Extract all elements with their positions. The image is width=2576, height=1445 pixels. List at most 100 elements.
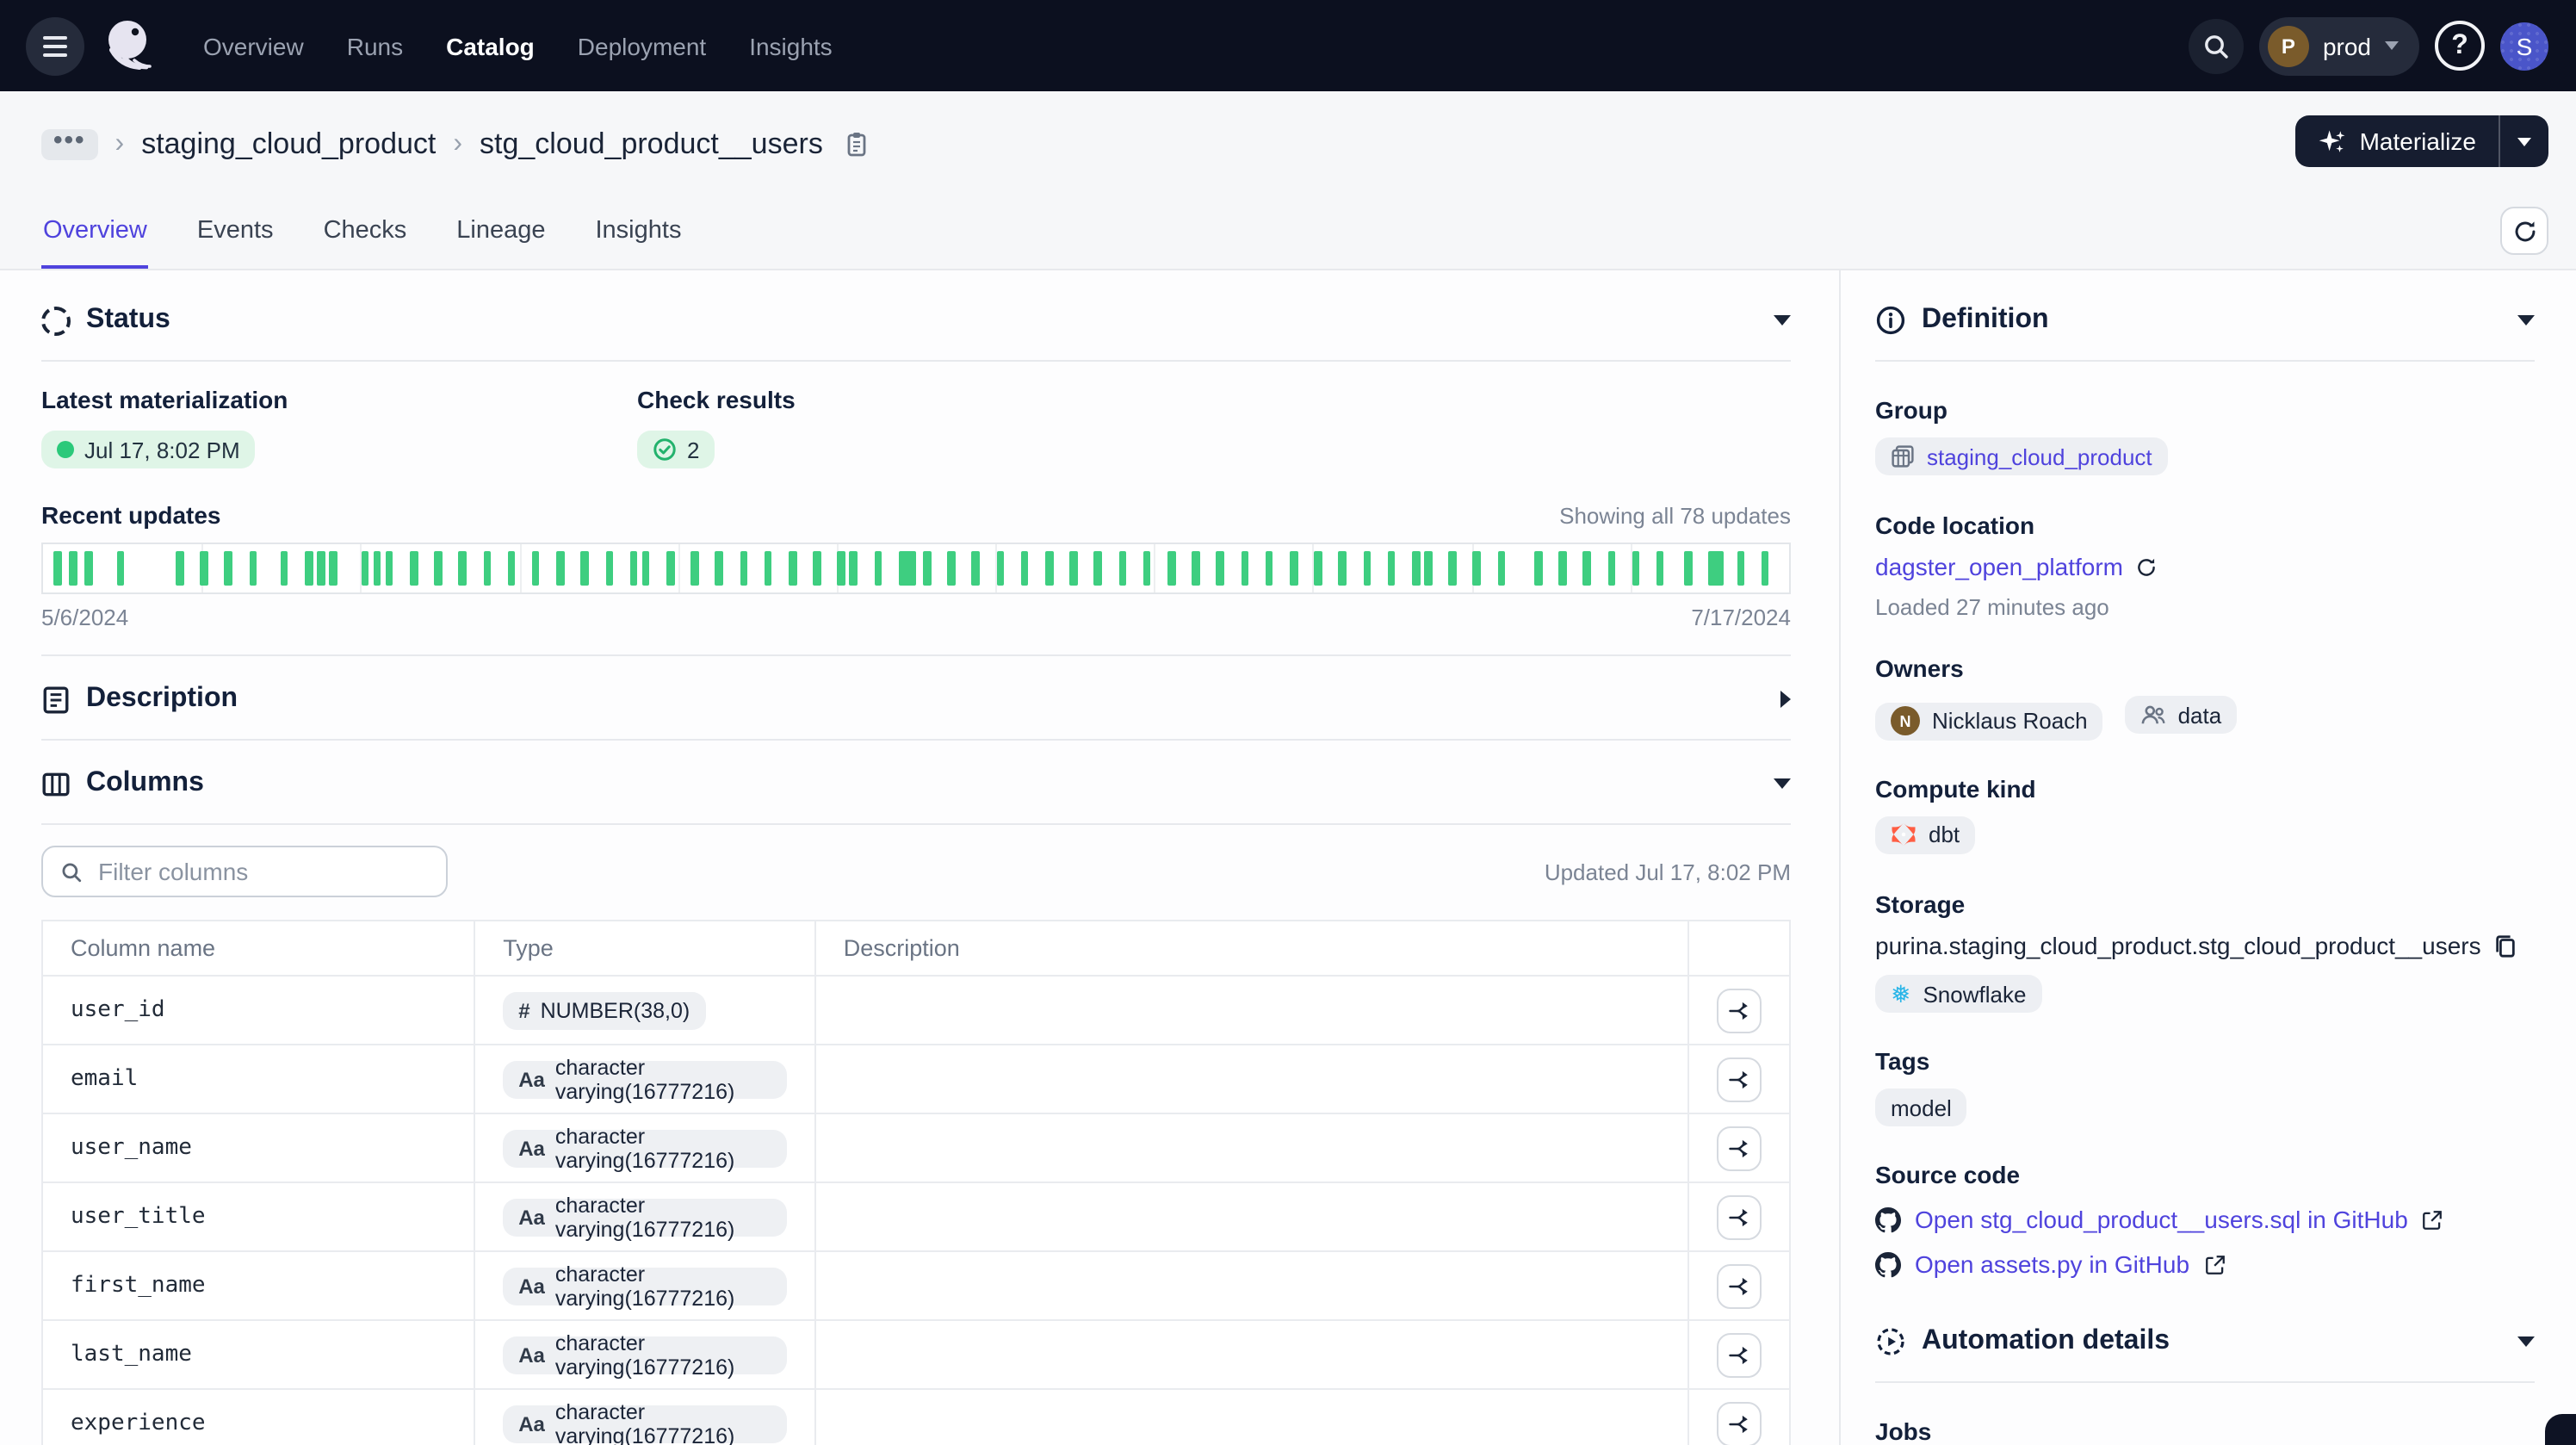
- filter-columns-input[interactable]: [95, 856, 429, 887]
- source-code-link-1[interactable]: Open stg_cloud_product__users.sql in Git…: [1875, 1206, 2535, 1233]
- update-event-bar[interactable]: [813, 551, 820, 586]
- update-event-bar[interactable]: [483, 551, 491, 586]
- update-event-bar[interactable]: [330, 551, 337, 586]
- copy-asset-name-icon[interactable]: [844, 131, 870, 158]
- update-event-bar[interactable]: [434, 551, 442, 586]
- collapse-definition-icon[interactable]: [2517, 315, 2535, 326]
- update-event-bar[interactable]: [459, 551, 467, 586]
- update-event-bar[interactable]: [201, 551, 208, 586]
- update-event-bar[interactable]: [1167, 551, 1175, 586]
- update-event-bar[interactable]: [1143, 551, 1151, 586]
- hamburger-menu-icon[interactable]: [26, 16, 84, 75]
- update-event-bar[interactable]: [1217, 551, 1224, 586]
- update-event-bar[interactable]: [874, 551, 882, 586]
- update-event-bar[interactable]: [629, 551, 637, 586]
- update-event-bar[interactable]: [666, 551, 674, 586]
- update-event-bar[interactable]: [948, 551, 956, 586]
- update-event-bar[interactable]: [838, 551, 845, 586]
- update-event-bar[interactable]: [249, 551, 257, 586]
- update-event-bar[interactable]: [1449, 551, 1457, 586]
- owner-team-chip[interactable]: data: [2125, 696, 2238, 734]
- nav-link-catalog[interactable]: Catalog: [446, 32, 535, 59]
- update-event-bar[interactable]: [1118, 551, 1126, 586]
- update-event-bar[interactable]: [1684, 551, 1692, 586]
- tab-insights[interactable]: Insights: [594, 203, 684, 269]
- update-event-bar[interactable]: [176, 551, 183, 586]
- update-event-bar[interactable]: [1290, 551, 1297, 586]
- view-column-lineage-button[interactable]: [1717, 1332, 1762, 1377]
- update-event-bar[interactable]: [1583, 551, 1591, 586]
- recent-updates-timeline[interactable]: [41, 543, 1791, 594]
- update-event-bar[interactable]: [1632, 551, 1639, 586]
- search-icon[interactable]: [2189, 18, 2244, 73]
- update-event-bar[interactable]: [1241, 551, 1248, 586]
- update-event-bar[interactable]: [1266, 551, 1273, 586]
- update-event-bar[interactable]: [923, 551, 931, 586]
- update-event-bar[interactable]: [740, 551, 747, 586]
- refresh-button[interactable]: [2500, 207, 2548, 255]
- dagster-logo-icon[interactable]: [100, 15, 162, 77]
- update-event-bar[interactable]: [581, 551, 589, 586]
- owner-user-chip[interactable]: N Nicklaus Roach: [1875, 702, 2103, 740]
- nav-link-overview[interactable]: Overview: [203, 32, 304, 59]
- update-event-bar[interactable]: [116, 551, 124, 586]
- update-event-bar[interactable]: [1021, 551, 1029, 586]
- update-event-bar[interactable]: [1534, 551, 1542, 586]
- update-event-bar[interactable]: [1424, 551, 1432, 586]
- nav-link-deployment[interactable]: Deployment: [578, 32, 706, 59]
- update-event-bar[interactable]: [361, 551, 368, 586]
- copy-icon[interactable]: [2493, 933, 2517, 958]
- update-event-bar[interactable]: [1314, 551, 1322, 586]
- expand-description-icon[interactable]: [1780, 691, 1791, 708]
- tab-events[interactable]: Events: [195, 203, 276, 269]
- user-avatar[interactable]: S: [2500, 22, 2548, 70]
- check-results-pill[interactable]: 2: [637, 431, 715, 468]
- update-event-bar[interactable]: [690, 551, 698, 586]
- tag-chip[interactable]: model: [1875, 1088, 1967, 1126]
- collapse-status-icon[interactable]: [1774, 315, 1791, 326]
- update-event-bar[interactable]: [642, 551, 650, 586]
- update-event-bar[interactable]: [385, 551, 393, 586]
- update-event-bar[interactable]: [1339, 551, 1347, 586]
- update-event-bar[interactable]: [281, 551, 288, 586]
- nav-link-insights[interactable]: Insights: [749, 32, 833, 59]
- update-event-bar[interactable]: [1737, 551, 1744, 586]
- tab-overview[interactable]: Overview: [41, 203, 149, 269]
- update-event-bar[interactable]: [899, 551, 916, 586]
- update-event-bar[interactable]: [789, 551, 796, 586]
- update-event-bar[interactable]: [373, 551, 381, 586]
- collapse-columns-icon[interactable]: [1774, 778, 1791, 789]
- deployment-switcher[interactable]: P prod: [2259, 16, 2419, 75]
- breadcrumb-ellipsis-button[interactable]: •••: [41, 129, 98, 160]
- materialize-dropdown-button[interactable]: [2500, 115, 2548, 167]
- view-column-lineage-button[interactable]: [1717, 1401, 1762, 1445]
- latest-materialization-pill[interactable]: Jul 17, 8:02 PM: [41, 431, 256, 468]
- chat-widget-corner[interactable]: [2545, 1414, 2576, 1445]
- update-event-bar[interactable]: [507, 551, 515, 586]
- update-event-bar[interactable]: [1094, 551, 1102, 586]
- update-event-bar[interactable]: [85, 551, 93, 586]
- update-event-bar[interactable]: [1363, 551, 1371, 586]
- tab-checks[interactable]: Checks: [322, 203, 409, 269]
- update-event-bar[interactable]: [556, 551, 564, 586]
- update-event-bar[interactable]: [1762, 551, 1769, 586]
- storage-kind-chip[interactable]: ❅ Snowflake: [1875, 975, 2041, 1013]
- update-event-bar[interactable]: [1192, 551, 1199, 586]
- collapse-automation-icon[interactable]: [2517, 1336, 2535, 1347]
- help-icon[interactable]: ?: [2435, 21, 2485, 71]
- view-column-lineage-button[interactable]: [1717, 1263, 1762, 1308]
- update-event-bar[interactable]: [317, 551, 325, 586]
- update-event-bar[interactable]: [1558, 551, 1566, 586]
- update-event-bar[interactable]: [765, 551, 772, 586]
- reload-icon[interactable]: [2135, 555, 2158, 578]
- update-event-bar[interactable]: [53, 551, 61, 586]
- update-event-bar[interactable]: [532, 551, 540, 586]
- update-event-bar[interactable]: [605, 551, 613, 586]
- source-code-link-2[interactable]: Open assets.py in GitHub: [1875, 1250, 2535, 1278]
- update-event-bar[interactable]: [996, 551, 1004, 586]
- view-column-lineage-button[interactable]: [1717, 1057, 1762, 1101]
- update-event-bar[interactable]: [850, 551, 858, 586]
- tab-lineage[interactable]: Lineage: [455, 203, 547, 269]
- update-event-bar[interactable]: [1069, 551, 1077, 586]
- update-event-bar[interactable]: [715, 551, 723, 586]
